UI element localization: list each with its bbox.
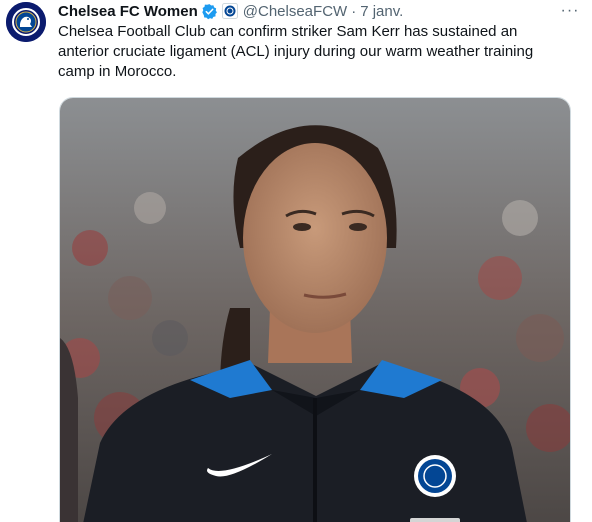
chelsea-crest-icon bbox=[6, 2, 46, 42]
author-handle[interactable]: @ChelseaFCW bbox=[243, 3, 347, 20]
tweet-photo[interactable] bbox=[59, 97, 571, 522]
tweet[interactable]: Chelsea FC Women @ChelseaFCW · 7 janv. ·… bbox=[0, 0, 592, 522]
tweet-text: Chelsea Football Club can confirm strike… bbox=[58, 23, 534, 80]
author-name[interactable]: Chelsea FC Women bbox=[58, 3, 198, 20]
player-photo bbox=[60, 98, 570, 522]
chelsea-affiliate-badge-icon[interactable] bbox=[221, 3, 238, 19]
timestamp[interactable]: 7 janv. bbox=[360, 3, 403, 20]
tweet-header: Chelsea FC Women @ChelseaFCW · 7 janv. bbox=[58, 0, 403, 22]
verified-badge-icon bbox=[201, 3, 218, 20]
avatar[interactable] bbox=[6, 2, 46, 42]
more-options-icon[interactable]: ··· bbox=[556, 2, 584, 20]
separator-dot: · bbox=[351, 2, 357, 20]
